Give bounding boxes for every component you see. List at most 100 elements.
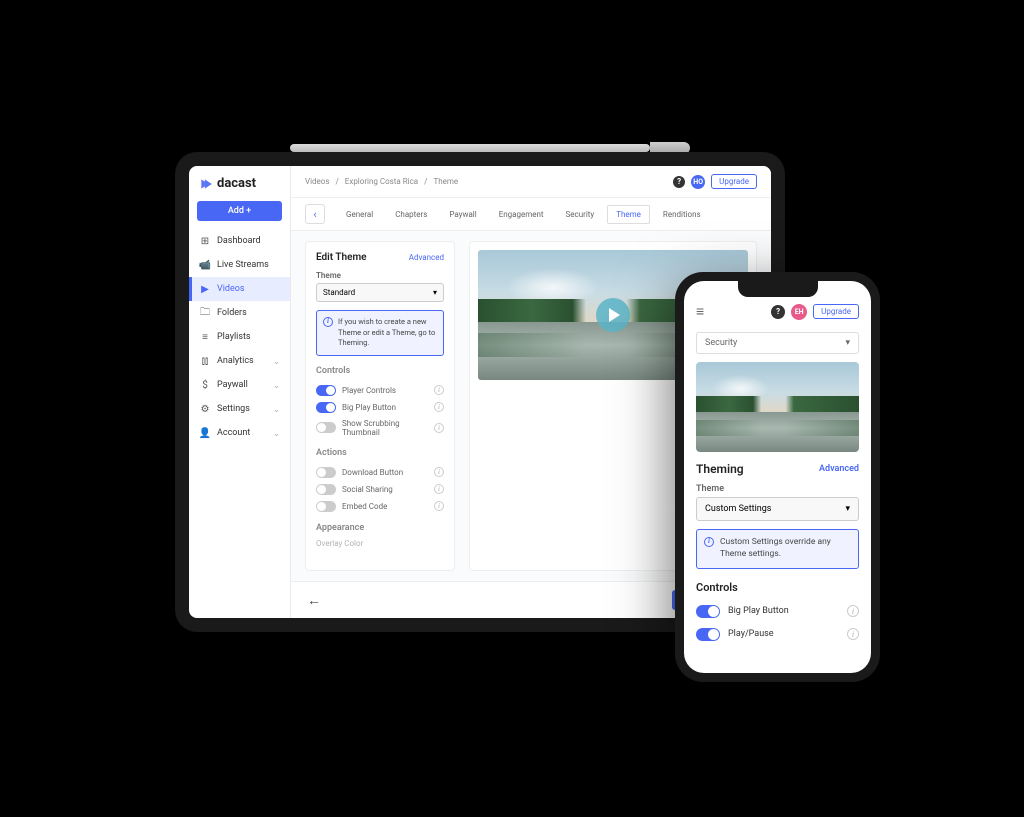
list-icon: ≡ (199, 331, 211, 343)
advanced-link[interactable]: Advanced (409, 253, 444, 262)
breadcrumb-item[interactable]: Exploring Costa Rica (345, 177, 418, 186)
sidebar-item-label: Live Streams (217, 260, 269, 270)
toggle-row-embed: Embed Code i (316, 498, 444, 515)
toggle-row-play-pause: Play/Pause i (696, 623, 859, 646)
appearance-item: Overlay Color (316, 539, 444, 548)
phone-body: Theming Advanced Theme Custom Settings ▾… (684, 462, 871, 673)
toggle-label: Social Sharing (342, 485, 428, 494)
theme-select[interactable]: Custom Settings ▾ (696, 497, 859, 521)
info-icon[interactable]: i (847, 605, 859, 617)
toggle-big-play[interactable] (696, 605, 720, 618)
toggle-label: Download Button (342, 468, 428, 477)
tab-security[interactable]: Security (557, 205, 604, 224)
play-button-icon[interactable] (596, 298, 630, 332)
toggle-player-controls[interactable] (316, 385, 336, 396)
help-icon[interactable]: ? (771, 305, 785, 319)
sidebar-item-dashboard[interactable]: ⊞ Dashboard (189, 229, 290, 253)
phone-title: Theming (696, 462, 744, 476)
info-icon[interactable]: i (434, 467, 444, 477)
toggle-download[interactable] (316, 467, 336, 478)
tab-renditions[interactable]: Renditions (654, 205, 710, 224)
toggle-scrubbing[interactable] (316, 422, 336, 433)
tab-select[interactable]: Security ▾ (696, 332, 859, 354)
sidebar-item-analytics[interactable]: ⫾⫾ Analytics ⌄ (189, 349, 290, 373)
toggle-big-play[interactable] (316, 402, 336, 413)
info-icon[interactable]: i (434, 423, 444, 433)
chevron-down-icon: ⌄ (273, 429, 280, 438)
toggle-label: Embed Code (342, 502, 428, 511)
toggle-label: Player Controls (342, 386, 428, 395)
tab-select-value: Security (705, 338, 737, 348)
sidebar: dacast Add + ⊞ Dashboard 📹Live Streams ▶V… (189, 166, 291, 618)
sidebar-item-livestreams[interactable]: 📹Live Streams (189, 253, 290, 277)
back-button[interactable]: ‹ (305, 204, 325, 224)
toggle-label: Big Play Button (342, 403, 428, 412)
theme-label: Theme (696, 484, 859, 494)
theme-select[interactable]: Standard ▾ (316, 283, 444, 302)
folder-icon: 🗀 (199, 307, 211, 319)
dollar-icon: $ (199, 379, 211, 391)
sidebar-item-account[interactable]: 👤Account⌄ (189, 421, 290, 445)
section-appearance: Appearance (316, 523, 444, 533)
toggle-row-big-play: Big Play Button i (696, 600, 859, 623)
sidebar-item-folders[interactable]: 🗀 Folders (189, 301, 290, 325)
info-text: Custom Settings override any Theme setti… (720, 537, 851, 561)
advanced-link[interactable]: Advanced (819, 464, 859, 474)
play-icon: ▶ (199, 283, 211, 295)
video-preview[interactable] (696, 362, 859, 452)
tab-general[interactable]: General (337, 205, 382, 224)
menu-icon[interactable]: ≡ (696, 303, 704, 320)
toggle-row-social: Social Sharing i (316, 481, 444, 498)
toggle-label: Play/Pause (728, 629, 839, 639)
info-icon[interactable]: i (434, 402, 444, 412)
user-icon: 👤 (199, 427, 211, 439)
sidebar-item-playlists[interactable]: ≡Playlists (189, 325, 290, 349)
tab-theme[interactable]: Theme (607, 205, 650, 224)
toggle-row-player-controls: Player Controls i (316, 382, 444, 399)
upgrade-button[interactable]: Upgrade (813, 304, 859, 319)
gear-icon: ⚙ (199, 403, 211, 415)
chevron-down-icon: ⌄ (273, 357, 280, 366)
tab-chapters[interactable]: Chapters (386, 205, 436, 224)
theme-label: Theme (316, 271, 444, 280)
info-icon[interactable]: i (434, 385, 444, 395)
collapse-sidebar-button[interactable]: ← (297, 592, 411, 609)
toggle-row-big-play: Big Play Button i (316, 399, 444, 416)
sidebar-item-videos[interactable]: ▶Videos (189, 277, 290, 301)
breadcrumb-item[interactable]: Videos (305, 177, 329, 186)
tabs: ‹ General Chapters Paywall Engagement Se… (291, 198, 771, 231)
upgrade-button[interactable]: Upgrade (711, 174, 757, 189)
toggle-social[interactable] (316, 484, 336, 495)
toggle-row-download: Download Button i (316, 464, 444, 481)
add-button[interactable]: Add + (197, 201, 282, 221)
sidebar-item-label: Analytics (217, 356, 254, 366)
sidebar-item-label: Dashboard (217, 236, 261, 246)
toggle-play-pause[interactable] (696, 628, 720, 641)
dashboard-icon: ⊞ (199, 235, 211, 247)
info-callout: i Custom Settings override any Theme set… (696, 529, 859, 569)
info-icon[interactable]: i (434, 484, 444, 494)
sidebar-item-label: Folders (217, 308, 247, 318)
toggle-row-scrubbing: Show Scrubbing Thumbnail i (316, 416, 444, 440)
info-icon[interactable]: i (847, 628, 859, 640)
logo-text: dacast (217, 176, 256, 191)
tab-engagement[interactable]: Engagement (490, 205, 553, 224)
toggle-embed[interactable] (316, 501, 336, 512)
theme-select-value: Standard (323, 288, 355, 297)
toggle-label: Big Play Button (728, 606, 839, 616)
theme-select-value: Custom Settings (705, 504, 771, 514)
sidebar-item-settings[interactable]: ⚙Settings⌄ (189, 397, 290, 421)
avatar[interactable]: EH (791, 304, 807, 320)
info-icon[interactable]: i (434, 501, 444, 511)
chevron-down-icon: ⌄ (273, 381, 280, 390)
panel-title: Edit Theme (316, 252, 367, 263)
logo[interactable]: dacast (189, 166, 290, 197)
sidebar-item-paywall[interactable]: $Paywall⌄ (189, 373, 290, 397)
chart-icon: ⫾⫾ (199, 355, 211, 367)
tab-paywall[interactable]: Paywall (440, 205, 485, 224)
info-icon: i (323, 317, 333, 327)
chevron-down-icon: ▾ (433, 288, 437, 297)
sidebar-nav: ⊞ Dashboard 📹Live Streams ▶Videos 🗀 Folder… (189, 229, 290, 445)
avatar[interactable]: HO (691, 175, 705, 189)
help-icon[interactable]: ? (673, 176, 685, 188)
